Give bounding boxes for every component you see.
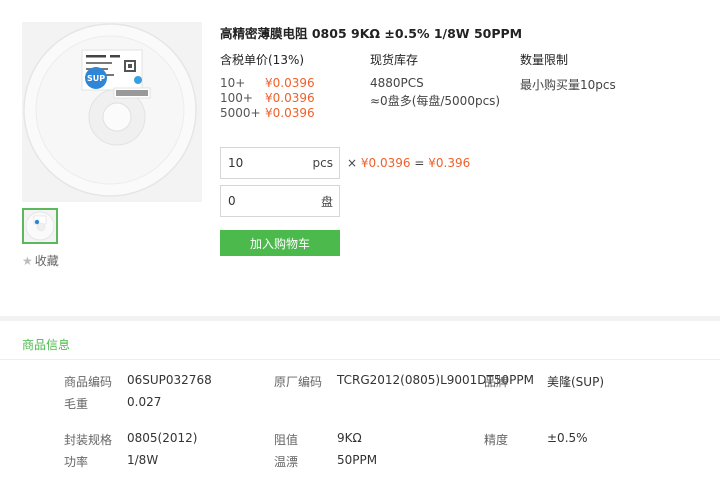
product-image[interactable]: SUP (22, 22, 202, 202)
svg-text:SUP: SUP (87, 74, 105, 83)
pcs-quantity-input[interactable] (221, 149, 303, 177)
limit-header: 数量限制 (520, 53, 569, 67)
price-tier: 10+ ¥0.0396 (220, 76, 315, 90)
spec-label-tempco: 温漂 (274, 455, 299, 469)
star-icon: ★ (22, 253, 33, 268)
price-calculation: × ¥0.0396 = ¥0.396 (347, 156, 470, 170)
price-header: 含税单价(13%) (220, 53, 305, 67)
calc-unit-price: ¥0.0396 (360, 156, 411, 170)
spec-value-weight: 0.027 (127, 395, 162, 409)
reel-thumbnail-icon (24, 210, 56, 242)
spec-label-weight: 毛重 (64, 397, 89, 411)
spec-label-mfr-code: 原厂编码 (274, 375, 323, 389)
favorite-button[interactable]: ★ 收藏 (22, 252, 59, 269)
reel-unit: 盘 (320, 194, 333, 209)
stock-count: 4880PCS (370, 76, 424, 90)
stock-reels: ≈0盘多(每盘/5000pcs) (370, 94, 501, 108)
times-sign: × (347, 156, 358, 170)
spec-label-package: 封装规格 (64, 433, 113, 447)
spec-value-brand: 美隆(SUP) (547, 375, 605, 389)
reel-image: SUP (22, 22, 202, 202)
pcs-quantity-box: pcs (220, 147, 340, 179)
spec-value-precision: ±0.5% (547, 431, 588, 445)
spec-value-power: 1/8W (127, 453, 159, 467)
spec-label-brand: 品牌 (484, 375, 509, 389)
spec-label-code: 商品编码 (64, 375, 113, 389)
reel-quantity-input[interactable] (221, 187, 303, 215)
stock-header: 现货库存 (370, 53, 419, 67)
add-to-cart-button[interactable]: 加入购物车 (220, 230, 340, 256)
reel-quantity-box: 盘 (220, 185, 340, 217)
equals-sign: = (414, 156, 425, 170)
tier-price: ¥0.0396 (265, 76, 315, 90)
spec-value-code: 06SUP032768 (127, 373, 212, 387)
spec-value-tempco: 50PPM (337, 453, 378, 467)
price-tier: 100+ ¥0.0396 (220, 91, 315, 105)
product-info-title[interactable]: 商品信息 (22, 336, 70, 353)
pcs-unit: pcs (312, 156, 333, 170)
price-tier: 5000+ ¥0.0396 (220, 106, 315, 120)
spec-label-power: 功率 (64, 455, 89, 469)
spec-value-package: 0805(2012) (127, 431, 198, 445)
tier-qty: 10+ (220, 76, 246, 90)
product-title: 高精密薄膜电阻 0805 9KΩ ±0.5% 1/8W 50PPM (220, 26, 523, 41)
min-order: 最小购买量10pcs (520, 78, 616, 92)
product-thumbnail[interactable] (22, 208, 58, 244)
favorite-label: 收藏 (34, 254, 59, 268)
spec-label-precision: 精度 (484, 433, 509, 447)
section-divider (0, 316, 720, 321)
tier-qty: 100+ (220, 91, 253, 105)
tier-qty: 5000+ (220, 106, 261, 120)
tier-price: ¥0.0396 (265, 106, 315, 120)
tier-price: ¥0.0396 (265, 91, 315, 105)
calc-total: ¥0.396 (428, 156, 471, 170)
spec-value-resistance: 9KΩ (337, 431, 362, 445)
spec-label-resistance: 阻值 (274, 433, 299, 447)
section-underline (0, 359, 720, 360)
